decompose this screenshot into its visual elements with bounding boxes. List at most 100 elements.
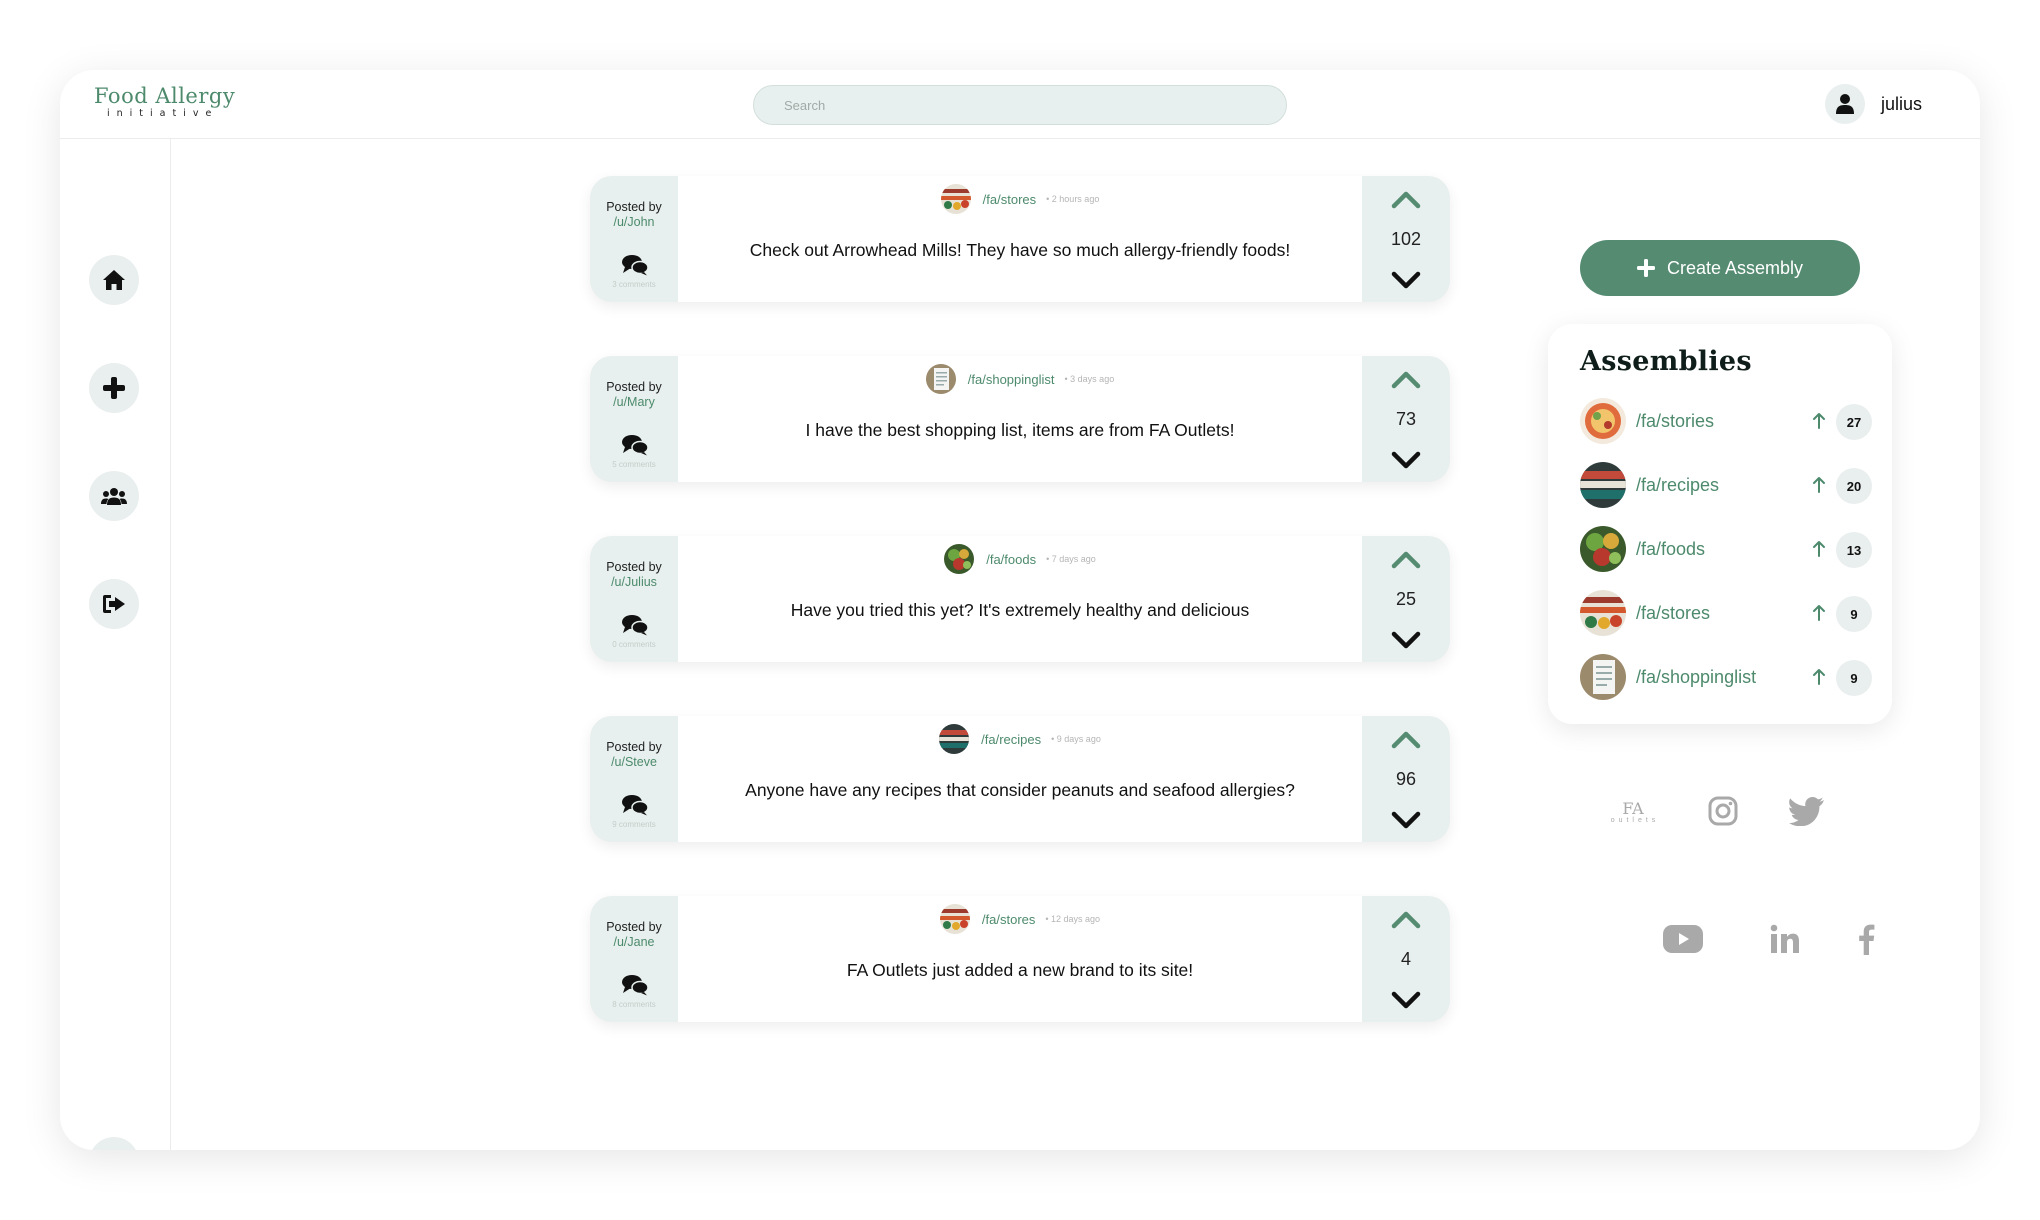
- post-author-panel: Posted by /u/Mary 5 comments: [590, 356, 678, 482]
- users-icon: [101, 488, 127, 505]
- post-content[interactable]: /fa/stores • 12 days ago FA Outlets just…: [678, 896, 1362, 1022]
- downvote-icon[interactable]: [1390, 268, 1422, 292]
- posted-by-label: Posted by: [606, 200, 662, 214]
- post-author-panel: Posted by /u/Jane 8 comments: [590, 896, 678, 1022]
- youtube-icon[interactable]: [1662, 922, 1704, 956]
- post-card[interactable]: Posted by /u/John 3 comments /fa/stores …: [590, 176, 1450, 302]
- comments-icon[interactable]: [621, 794, 649, 816]
- comment-count: 0 comments: [612, 640, 656, 649]
- user-menu[interactable]: julius: [1825, 83, 1922, 125]
- upvote-icon[interactable]: [1390, 728, 1422, 752]
- downvote-icon[interactable]: [1390, 628, 1422, 652]
- assembly-item[interactable]: /fa/stores 9: [1580, 590, 1876, 638]
- post-author-panel: Posted by /u/John 3 comments: [590, 176, 678, 302]
- post-author-link[interactable]: /u/Mary: [590, 395, 678, 410]
- post-content[interactable]: /fa/stores • 2 hours ago Check out Arrow…: [678, 176, 1362, 302]
- upvote-icon[interactable]: [1390, 188, 1422, 212]
- arrow-up-icon: [1813, 477, 1825, 493]
- assembly-count-badge: 9: [1836, 596, 1872, 632]
- facebook-icon[interactable]: [1854, 922, 1878, 956]
- post-card[interactable]: Posted by /u/Mary 5 comments /fa/shoppin…: [590, 356, 1450, 482]
- assembly-avatar: [944, 544, 975, 574]
- sign-out-icon: [103, 595, 125, 613]
- user-icon: [1825, 84, 1865, 124]
- arrow-up-icon: [1813, 669, 1825, 685]
- post-card[interactable]: Posted by /u/Julius 0 comments /fa/foods…: [590, 536, 1450, 662]
- comments-icon[interactable]: [621, 434, 649, 456]
- post-author-link[interactable]: /u/Julius: [590, 575, 678, 590]
- post-timestamp: • 9 days ago: [1051, 734, 1101, 744]
- assembly-name[interactable]: /fa/stories: [1636, 411, 1714, 432]
- post-title[interactable]: Have you tried this yet? It's extremely …: [678, 600, 1362, 621]
- search-input[interactable]: [753, 85, 1287, 125]
- post-author-link[interactable]: /u/Steve: [590, 755, 678, 770]
- assembly-avatar: [1580, 398, 1626, 444]
- post-meta: /fa/shoppinglist • 3 days ago: [678, 364, 1362, 394]
- assembly-name[interactable]: /fa/shoppinglist: [1636, 667, 1756, 688]
- top-bar: Food Allergy initiative julius: [60, 70, 1980, 139]
- create-assembly-button[interactable]: Create Assembly: [1580, 240, 1860, 296]
- vote-panel: 102: [1362, 176, 1450, 302]
- upvote-icon[interactable]: [1390, 368, 1422, 392]
- vote-score: 4: [1400, 949, 1411, 969]
- post-content[interactable]: /fa/recipes • 9 days ago Anyone have any…: [678, 716, 1362, 842]
- assembly-name[interactable]: /fa/stores: [1636, 603, 1710, 624]
- posted-by-label: Posted by: [606, 380, 662, 394]
- post-assembly-link[interactable]: /fa/foods: [986, 552, 1036, 567]
- post-assembly-link[interactable]: /fa/stores: [982, 912, 1035, 927]
- food-allergy-logo[interactable]: Food Allergy initiative: [94, 85, 244, 125]
- sidebar-create-button[interactable]: [89, 363, 139, 413]
- post-card[interactable]: Posted by /u/Jane 8 comments /fa/stores …: [590, 896, 1450, 1022]
- post-content[interactable]: /fa/foods • 7 days ago Have you tried th…: [678, 536, 1362, 662]
- assembly-item[interactable]: /fa/shoppinglist 9: [1580, 654, 1876, 702]
- fa-outlets-logo-bottom: outlets: [1610, 816, 1660, 824]
- comment-count: 8 comments: [612, 1000, 656, 1009]
- comments-icon[interactable]: [621, 254, 649, 276]
- post-meta: /fa/recipes • 9 days ago: [678, 724, 1362, 754]
- instagram-icon[interactable]: [1706, 794, 1740, 828]
- fa-outlets-link[interactable]: FA outlets: [1598, 792, 1668, 832]
- downvote-icon[interactable]: [1390, 448, 1422, 472]
- assembly-avatar: [1580, 462, 1626, 508]
- assembly-avatar: [940, 184, 971, 214]
- post-timestamp: • 2 hours ago: [1046, 194, 1100, 204]
- assembly-count-badge: 27: [1836, 404, 1872, 440]
- upvote-icon[interactable]: [1390, 908, 1422, 932]
- assembly-avatar: [1580, 590, 1626, 636]
- post-card[interactable]: Posted by /u/Steve 9 comments /fa/recipe…: [590, 716, 1450, 842]
- linkedin-icon[interactable]: [1768, 922, 1802, 956]
- sidebar-profile-card-button[interactable]: [89, 1137, 139, 1150]
- post-title[interactable]: Anyone have any recipes that consider pe…: [678, 780, 1362, 801]
- post-assembly-link[interactable]: /fa/shoppinglist: [968, 372, 1055, 387]
- comments-icon[interactable]: [621, 614, 649, 636]
- twitter-icon[interactable]: [1788, 794, 1826, 828]
- vote-panel: 25: [1362, 536, 1450, 662]
- post-timestamp: • 7 days ago: [1046, 554, 1096, 564]
- downvote-icon[interactable]: [1390, 988, 1422, 1012]
- post-author-link[interactable]: /u/John: [590, 215, 678, 230]
- post-assembly-link[interactable]: /fa/stores: [983, 192, 1036, 207]
- post-title[interactable]: I have the best shopping list, items are…: [678, 420, 1362, 441]
- comments-icon[interactable]: [621, 974, 649, 996]
- post-author-panel: Posted by /u/Steve 9 comments: [590, 716, 678, 842]
- sidebar-logout-button[interactable]: [89, 579, 139, 629]
- sidebar-community-button[interactable]: [89, 471, 139, 521]
- assembly-item[interactable]: /fa/stories 27: [1580, 398, 1876, 446]
- assembly-item[interactable]: /fa/foods 13: [1580, 526, 1876, 574]
- assembly-name[interactable]: /fa/foods: [1636, 539, 1705, 560]
- post-title[interactable]: FA Outlets just added a new brand to its…: [678, 960, 1362, 981]
- post-timestamp: • 12 days ago: [1045, 914, 1101, 924]
- post-content[interactable]: /fa/shoppinglist • 3 days ago I have the…: [678, 356, 1362, 482]
- sidebar-home-button[interactable]: [89, 255, 139, 305]
- assembly-name[interactable]: /fa/recipes: [1636, 475, 1719, 496]
- post-assembly-link[interactable]: /fa/recipes: [981, 732, 1041, 747]
- assembly-item[interactable]: /fa/recipes 20: [1580, 462, 1876, 510]
- post-title[interactable]: Check out Arrowhead Mills! They have so …: [678, 240, 1362, 261]
- assembly-avatar: [939, 904, 970, 934]
- vote-panel: 96: [1362, 716, 1450, 842]
- logo-subtitle: initiative: [107, 108, 219, 119]
- arrow-up-icon: [1813, 541, 1825, 557]
- upvote-icon[interactable]: [1390, 548, 1422, 572]
- post-author-link[interactable]: /u/Jane: [590, 935, 678, 950]
- downvote-icon[interactable]: [1390, 808, 1422, 832]
